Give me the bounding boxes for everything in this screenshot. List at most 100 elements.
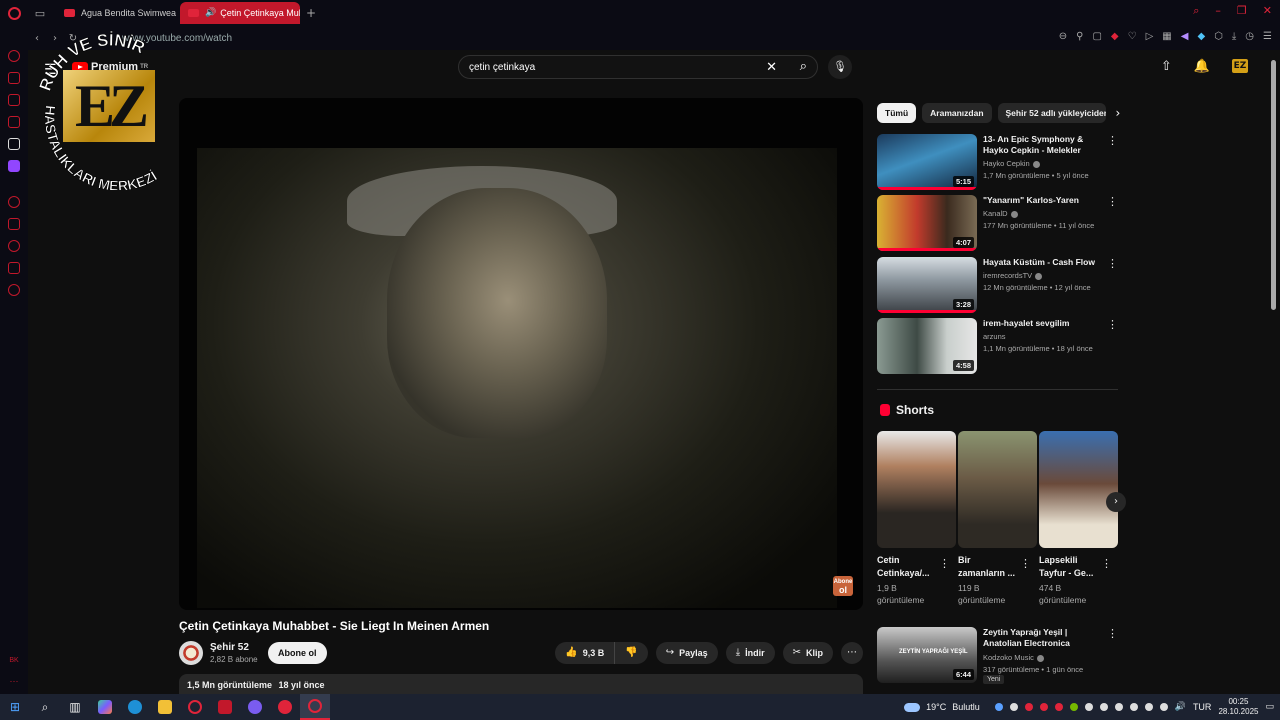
short-menu-icon[interactable]: ⋮: [939, 557, 950, 570]
zoom-icon[interactable]: ⊖: [1059, 31, 1067, 42]
chip-all[interactable]: Tümü: [877, 103, 917, 123]
rec-channel[interactable]: iremrecordsTV: [983, 271, 1043, 280]
copilot-icon[interactable]: [90, 694, 120, 720]
app-icon[interactable]: [210, 694, 240, 720]
rec-channel[interactable]: Hayko Cepkin: [983, 159, 1040, 168]
rec-channel[interactable]: KanalD: [983, 209, 1018, 218]
video-thumbnail[interactable]: 5:15: [877, 134, 977, 190]
browser-tab-2[interactable]: 🔊 Çetin Çetinkaya Muha: [180, 2, 300, 24]
download-button[interactable]: ⤓ İndir: [725, 642, 775, 664]
upload-icon[interactable]: ⇧: [1161, 59, 1172, 74]
short-thumbnail[interactable]: [877, 431, 956, 548]
player-sidebar-icon[interactable]: [8, 196, 20, 208]
file-explorer-icon[interactable]: [150, 694, 180, 720]
video-thumbnail[interactable]: 3:28: [877, 257, 977, 313]
new-tab-button[interactable]: +: [306, 6, 316, 20]
recommendation-item[interactable]: 4:58 irem-hayalet sevgilim arzuns 1,1 Mn…: [877, 318, 1122, 374]
like-button[interactable]: 👍 9,3 B: [555, 642, 616, 664]
short-thumbnail[interactable]: [958, 431, 1037, 548]
more-actions-button[interactable]: ⋯: [841, 642, 863, 664]
browser-tab-1[interactable]: Agua Bendita Swimwear F: [56, 2, 176, 24]
pinboard-icon[interactable]: [8, 262, 20, 274]
tab-island-icon[interactable]: ▭: [28, 7, 52, 20]
messenger-icon[interactable]: [8, 94, 20, 106]
rec-channel[interactable]: arzuns: [983, 332, 1006, 341]
weather-widget[interactable]: 19°C Bulutlu: [904, 702, 980, 712]
steam-icon[interactable]: [994, 703, 1003, 711]
speaker-icon[interactable]: 🔊: [205, 8, 216, 18]
search-icon[interactable]: ⌕: [800, 59, 807, 74]
easy-setup-icon[interactable]: ◷: [1245, 31, 1254, 42]
video-player[interactable]: Abone ol: [179, 98, 863, 610]
language-indicator[interactable]: TUR: [1193, 702, 1212, 712]
bookmarks-icon[interactable]: [8, 218, 20, 230]
search-icon[interactable]: ⌕: [30, 694, 60, 720]
url-field[interactable]: www.youtube.com/watch: [122, 33, 232, 44]
description-box[interactable]: 1,5 Mn görüntüleme 18 yıl önce: [179, 674, 863, 696]
tray-app-icon[interactable]: [1144, 703, 1153, 711]
edge-icon[interactable]: [120, 694, 150, 720]
forward-button[interactable]: ›: [46, 33, 64, 44]
recommendation-item[interactable]: 4:07 "Yanarım" Karlos-Yaren KanalD 177 M…: [877, 195, 1122, 251]
opera-gx-active-icon[interactable]: [300, 694, 330, 720]
dislike-button[interactable]: 👎: [615, 642, 648, 664]
guide-menu-icon[interactable]: ☰: [44, 62, 58, 78]
chip-from-uploader[interactable]: Şehir 52 adlı yükleyiciden: [997, 103, 1106, 123]
history-icon[interactable]: [8, 240, 20, 252]
opera-gx-icon[interactable]: [180, 694, 210, 720]
rec-menu-icon[interactable]: ⋮: [1107, 627, 1118, 640]
instagram-icon[interactable]: [8, 116, 20, 128]
voice-search-icon[interactable]: 🎙: [828, 55, 852, 79]
video-thumbnail[interactable]: 4:07: [877, 195, 977, 251]
rec-menu-icon[interactable]: ⋮: [1107, 134, 1118, 147]
twitch-icon[interactable]: [8, 160, 20, 172]
maximize-button[interactable]: ❐: [1237, 4, 1247, 18]
play-icon[interactable]: ▷: [1146, 31, 1154, 42]
start-windows-icon[interactable]: ⊞: [0, 694, 30, 720]
tray-app-icon[interactable]: [1024, 703, 1033, 711]
short-title[interactable]: Lapsekili Tayfur - Ge...: [1039, 554, 1101, 580]
tray-app-icon[interactable]: [1084, 703, 1093, 711]
subscribe-button[interactable]: Abone ol: [268, 642, 327, 664]
tray-app-icon[interactable]: [1039, 703, 1048, 711]
rec-title[interactable]: 13- An Epic Symphony & Hayko Cepkin - Me…: [983, 134, 1105, 156]
tray-app-icon[interactable]: [1114, 703, 1123, 711]
recommendation-item[interactable]: 3:28 Hayata Küstüm - Cash Flow iremrecor…: [877, 257, 1122, 313]
flow-icon[interactable]: ▦: [1162, 31, 1171, 42]
rec-title[interactable]: "Yanarım" Karlos-Yaren: [983, 195, 1105, 206]
short-menu-icon[interactable]: ⋮: [1020, 557, 1031, 570]
video-frame[interactable]: [197, 148, 837, 608]
tray-app-icon[interactable]: [1009, 703, 1018, 711]
shorts-next-button[interactable]: ›: [1106, 492, 1126, 512]
short-item[interactable]: Bir zamanların ... 119 B görüntüleme ⋮: [958, 431, 1037, 606]
recommendation-item[interactable]: 5:15 13- An Epic Symphony & Hayko Cepkin…: [877, 134, 1122, 190]
clear-search-icon[interactable]: ✕: [766, 60, 777, 75]
channel-avatar[interactable]: [179, 641, 203, 665]
search-tabs-icon[interactable]: ⌕: [1193, 4, 1199, 18]
short-menu-icon[interactable]: ⋮: [1101, 557, 1112, 570]
downloads-icon[interactable]: ⤓: [1232, 31, 1236, 42]
bookmark-heart-icon[interactable]: ♡: [1128, 31, 1137, 42]
short-title[interactable]: Cetin Cetinkaya/...: [877, 554, 939, 580]
player-icon[interactable]: ◀: [1181, 31, 1189, 42]
notifications-bell-icon[interactable]: 🔔: [1194, 59, 1210, 74]
notifications-icon[interactable]: ▭: [1265, 702, 1274, 712]
rec-title[interactable]: irem-hayalet sevgilim: [983, 318, 1105, 329]
chevron-right-icon[interactable]: ›: [1116, 106, 1121, 120]
workspace-icon[interactable]: [8, 72, 20, 84]
short-item[interactable]: Lapsekili Tayfur - Ge... 474 B görüntüle…: [1039, 431, 1118, 606]
nvidia-icon[interactable]: [1069, 703, 1078, 711]
account-avatar[interactable]: EZ: [1232, 59, 1248, 73]
clip-button[interactable]: ✂ Klip: [782, 642, 833, 664]
music-icon[interactable]: [8, 138, 20, 150]
network-icon[interactable]: [1159, 703, 1168, 711]
back-button[interactable]: ‹: [28, 33, 46, 44]
search-box[interactable]: çetin çetinkaya ✕ ⌕: [458, 55, 818, 79]
search-input[interactable]: çetin çetinkaya: [469, 62, 535, 73]
short-item[interactable]: Cetin Cetinkaya/... 1,9 B görüntüleme ⋮: [877, 431, 956, 606]
opera-icon[interactable]: [270, 694, 300, 720]
video-thumbnail[interactable]: ZEYTİN YAPRAĞI YEŞİL 6:44: [877, 627, 977, 683]
opera-menu-icon[interactable]: [0, 0, 28, 26]
menu-icon[interactable]: ☰: [1263, 31, 1272, 42]
volume-icon[interactable]: 🔊: [1175, 702, 1186, 712]
